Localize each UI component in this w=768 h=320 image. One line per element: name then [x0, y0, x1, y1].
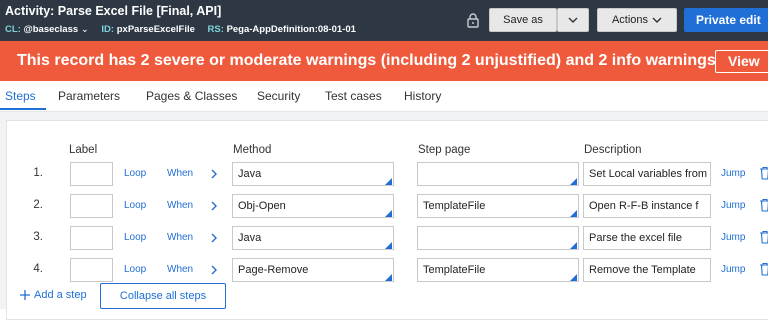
- steps-card: Label Method Step page Description 1. Lo…: [6, 120, 768, 320]
- description-field[interactable]: Parse the excel file: [583, 226, 711, 250]
- tab-history[interactable]: History: [404, 89, 441, 103]
- step-page-field[interactable]: TemplateFile: [417, 258, 579, 282]
- description-field[interactable]: Open R-F-B instance f: [583, 194, 711, 218]
- field-corner-marker: [570, 210, 577, 217]
- step-number: 3.: [33, 231, 43, 243]
- warning-banner: This record has 2 severe or moderate war…: [0, 41, 768, 81]
- field-corner-marker: [385, 210, 392, 217]
- step-page-field[interactable]: TemplateFile: [417, 194, 579, 218]
- chevron-down-icon: [568, 17, 578, 23]
- id-value: pxParseExcelFile: [116, 24, 195, 35]
- private-edit-button[interactable]: Private edit: [684, 8, 768, 32]
- method-field[interactable]: Java: [232, 162, 394, 186]
- record-header: Activity: Parse Excel File [Final, API] …: [0, 0, 768, 41]
- step-page-field[interactable]: [417, 162, 579, 186]
- step-label-input[interactable]: [70, 194, 113, 218]
- chevron-right-icon[interactable]: [210, 233, 218, 243]
- ruleset-value: Pega-AppDefinition:08-01-01: [226, 24, 356, 35]
- tab-steps[interactable]: Steps: [5, 89, 36, 103]
- ruleset-key: RS:: [207, 24, 224, 35]
- trash-icon[interactable]: [759, 166, 768, 180]
- chevron-right-icon[interactable]: [210, 169, 218, 179]
- tab-pages-classes[interactable]: Pages & Classes: [146, 89, 237, 103]
- save-as-button[interactable]: Save as: [489, 8, 557, 32]
- description-column-header: Description: [584, 144, 642, 156]
- lock-icon: [467, 13, 479, 28]
- field-corner-marker: [385, 178, 392, 185]
- step-label-input[interactable]: [70, 162, 113, 186]
- view-warnings-button[interactable]: View: [715, 50, 768, 73]
- trash-icon[interactable]: [759, 230, 768, 244]
- when-link[interactable]: When: [167, 200, 193, 211]
- tab-test-cases[interactable]: Test cases: [325, 89, 382, 103]
- class-value[interactable]: @baseclass ⌄: [23, 24, 88, 35]
- field-corner-marker: [570, 242, 577, 249]
- warning-text: This record has 2 severe or moderate war…: [17, 52, 716, 69]
- when-link[interactable]: When: [167, 232, 193, 243]
- field-corner-marker: [385, 242, 392, 249]
- steps-panel: Label Method Step page Description 1. Lo…: [0, 112, 768, 320]
- label-column-header: Label: [69, 144, 98, 156]
- field-corner-marker: [570, 178, 577, 185]
- collapse-all-steps-button[interactable]: Collapse all steps: [100, 283, 226, 309]
- description-field[interactable]: Set Local variables from: [583, 162, 711, 186]
- trash-icon[interactable]: [759, 262, 768, 276]
- add-step-label: Add a step: [34, 289, 87, 301]
- loop-link[interactable]: Loop: [124, 232, 146, 243]
- jump-link[interactable]: Jump: [721, 232, 745, 243]
- loop-link[interactable]: Loop: [124, 200, 146, 211]
- jump-link[interactable]: Jump: [721, 200, 745, 211]
- trash-icon[interactable]: [759, 198, 768, 212]
- tab-bar: Steps Parameters Pages & Classes Securit…: [0, 81, 768, 112]
- active-tab-indicator: [0, 108, 46, 110]
- when-link[interactable]: When: [167, 264, 193, 275]
- when-link[interactable]: When: [167, 168, 193, 179]
- step-number: 1.: [33, 167, 43, 179]
- actions-button[interactable]: Actions: [597, 8, 677, 32]
- id-key: ID:: [101, 24, 115, 35]
- chevron-right-icon[interactable]: [210, 201, 218, 211]
- field-corner-marker: [570, 274, 577, 281]
- class-key: CL:: [5, 24, 21, 35]
- loop-link[interactable]: Loop: [124, 264, 146, 275]
- tab-parameters[interactable]: Parameters: [58, 89, 120, 103]
- record-meta: CL: @baseclass ⌄ ID: pxParseExcelFile RS…: [5, 24, 366, 35]
- jump-link[interactable]: Jump: [721, 264, 745, 275]
- method-column-header: Method: [233, 144, 272, 156]
- method-field[interactable]: Java: [232, 226, 394, 250]
- step-page-field[interactable]: [417, 226, 579, 250]
- step-number: 2.: [33, 199, 43, 211]
- field-corner-marker: [385, 274, 392, 281]
- method-field[interactable]: Obj-Open: [232, 194, 394, 218]
- method-field[interactable]: Page-Remove: [232, 258, 394, 282]
- step-page-column-header: Step page: [418, 144, 471, 156]
- jump-link[interactable]: Jump: [721, 168, 745, 179]
- step-number: 4.: [33, 263, 43, 275]
- chevron-down-icon: [652, 17, 662, 23]
- step-label-input[interactable]: [70, 226, 113, 250]
- description-field[interactable]: Remove the Template: [583, 258, 711, 282]
- loop-link[interactable]: Loop: [124, 168, 146, 179]
- add-step-button[interactable]: Add a step: [19, 289, 87, 301]
- tab-security[interactable]: Security: [257, 89, 300, 103]
- plus-icon: [20, 290, 30, 300]
- record-title: Activity: Parse Excel File [Final, API]: [5, 4, 222, 18]
- chevron-right-icon[interactable]: [210, 265, 218, 275]
- save-as-menu-button[interactable]: [557, 8, 589, 32]
- step-label-input[interactable]: [70, 258, 113, 282]
